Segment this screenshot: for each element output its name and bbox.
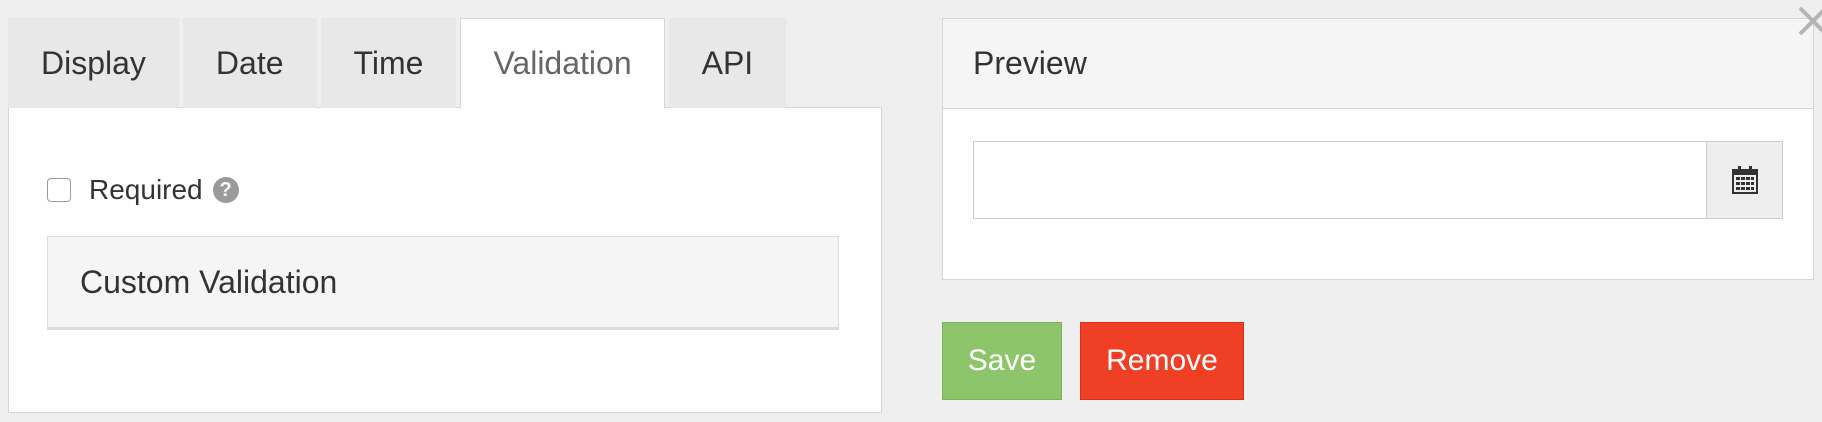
preview-header: Preview [943,19,1813,109]
tab-date[interactable]: Date [182,18,317,108]
preview-date-input-group [973,141,1783,219]
custom-validation-label: Custom Validation [80,263,338,300]
settings-tabs: Display Date Time Validation API [8,18,787,109]
calendar-icon [1731,166,1758,194]
validation-panel: Required ? Custom Validation [8,107,882,413]
preview-date-input[interactable] [974,142,1706,218]
required-checkbox[interactable] [47,178,71,202]
save-button[interactable]: Save [942,322,1062,400]
question-circle-icon[interactable]: ? [212,177,239,203]
save-button-label: Save [967,344,1037,377]
tab-time[interactable]: Time [320,18,457,108]
custom-validation-section-header[interactable]: Custom Validation [47,236,839,330]
close-icon[interactable] [1796,4,1822,38]
required-row: Required ? [47,174,239,206]
preview-title: Preview [973,45,1087,81]
required-label: Required [89,174,203,205]
remove-button[interactable]: Remove [1080,322,1244,400]
calendar-button[interactable] [1706,142,1782,218]
preview-panel: Preview [942,18,1814,280]
tab-api[interactable]: API [668,18,787,108]
component-settings-dialog: Display Date Time Validation API Require… [0,0,1822,422]
tab-validation[interactable]: Validation [460,18,665,109]
tab-display[interactable]: Display [8,18,179,108]
remove-button-label: Remove [1106,344,1218,377]
